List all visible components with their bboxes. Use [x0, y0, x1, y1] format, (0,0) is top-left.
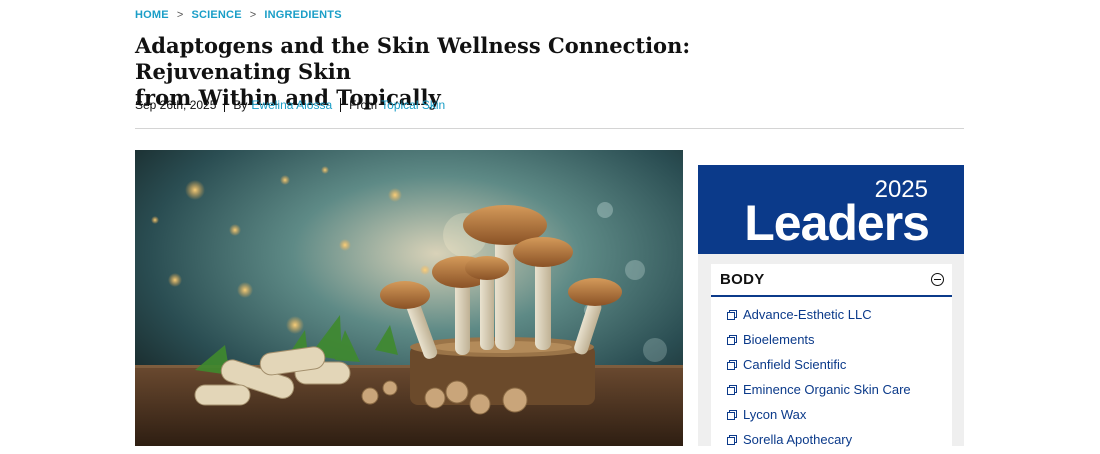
external-link-icon: [727, 309, 737, 320]
breadcrumb-home[interactable]: HOME: [135, 9, 169, 21]
leaders-list: Advance-Esthetic LLC Bioelements Canfiel…: [711, 297, 952, 452]
list-item[interactable]: Canfield Scientific: [727, 352, 952, 377]
collapse-icon[interactable]: [931, 273, 944, 286]
list-item[interactable]: Eminence Organic Skin Care: [727, 377, 952, 402]
breadcrumb: HOME > SCIENCE > INGREDIENTS: [135, 9, 342, 21]
breadcrumb-science[interactable]: SCIENCE: [191, 9, 241, 21]
leaders-title: Leaders: [744, 195, 930, 251]
list-item-label: Bioelements: [743, 332, 815, 347]
body-section: BODY Advance-Esthetic LLC Bioelements Ca…: [711, 264, 952, 454]
hero-image: [135, 150, 683, 446]
external-link-icon: [727, 434, 737, 445]
external-link-icon: [727, 384, 737, 395]
body-section-header[interactable]: BODY: [711, 264, 952, 297]
publish-date: Sep 26th, 2025: [135, 98, 217, 112]
by-label: By: [233, 98, 248, 112]
external-link-icon: [727, 334, 737, 345]
author-link[interactable]: Ewelina Aiossa: [251, 98, 332, 112]
leaders-banner[interactable]: 2025 Leaders: [698, 165, 964, 254]
list-item-label: Lycon Wax: [743, 407, 807, 422]
list-item-label: Eminence Organic Skin Care: [743, 382, 911, 397]
meta-divider: [224, 98, 226, 112]
title-line-1: Adaptogens and the Skin Wellness Connect…: [135, 33, 691, 84]
leaders-panel: BODY Advance-Esthetic LLC Bioelements Ca…: [698, 254, 964, 454]
from-label: From: [349, 98, 378, 112]
breadcrumb-separator: >: [176, 9, 184, 21]
list-item[interactable]: Advance-Esthetic LLC: [727, 302, 952, 327]
list-item[interactable]: Bioelements: [727, 327, 952, 352]
article-meta: Sep 26th, 2025 By Ewelina Aiossa From To…: [135, 98, 445, 112]
list-item-label: Canfield Scientific: [743, 357, 847, 372]
body-section-title: BODY: [720, 271, 765, 288]
breadcrumb-separator: >: [249, 9, 257, 21]
header-divider: [135, 128, 964, 129]
source-link[interactable]: Topical Skin: [381, 98, 445, 112]
external-link-icon: [727, 409, 737, 420]
mushroom-hero-image: [135, 150, 683, 446]
list-item[interactable]: Lycon Wax: [727, 402, 952, 427]
list-item[interactable]: Sorella Apothecary: [727, 427, 952, 452]
list-item-label: Sorella Apothecary: [743, 432, 853, 447]
list-item-label: Advance-Esthetic LLC: [743, 307, 872, 322]
external-link-icon: [727, 359, 737, 370]
meta-divider: [340, 98, 342, 112]
breadcrumb-ingredients[interactable]: INGREDIENTS: [264, 9, 341, 21]
